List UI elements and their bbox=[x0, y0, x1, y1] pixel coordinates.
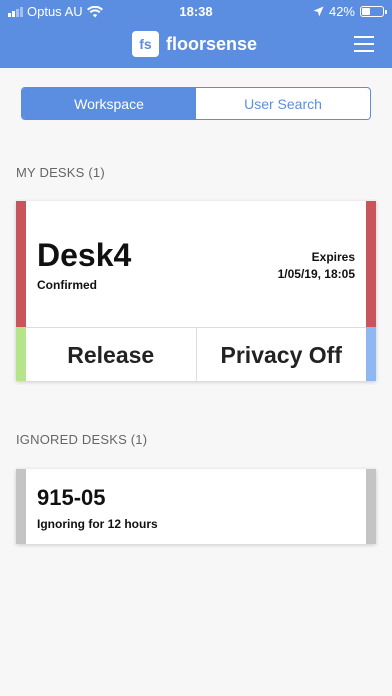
logo-mark: fs bbox=[132, 31, 159, 57]
ignored-desks-heading: IGNORED DESKS (1) bbox=[16, 432, 148, 447]
desk-name: Desk4 bbox=[37, 237, 132, 273]
tab-workspace[interactable]: Workspace bbox=[22, 88, 196, 119]
privacy-color-strip bbox=[366, 327, 376, 381]
ignored-desk-card[interactable]: 915-05 Ignoring for 12 hours bbox=[16, 469, 376, 544]
brand-name: floorsense bbox=[166, 33, 258, 54]
location-arrow-icon bbox=[313, 6, 324, 17]
desk-card: Desk4 Confirmed Expires 1/05/19, 18:05 R… bbox=[16, 201, 376, 382]
expires-value: 1/05/19, 18:05 bbox=[277, 267, 355, 281]
status-strip-right bbox=[366, 201, 376, 327]
ignored-desk-name: 915-05 bbox=[37, 485, 106, 510]
ignored-strip-left bbox=[16, 469, 26, 544]
expiry-info: Expires 1/05/19, 18:05 bbox=[278, 249, 355, 283]
ignored-desk-note: Ignoring for 12 hours bbox=[37, 517, 158, 531]
tab-user-search[interactable]: User Search bbox=[196, 88, 370, 119]
status-bar: Optus AU 18:38 42% bbox=[0, 0, 392, 22]
battery-icon bbox=[360, 6, 387, 17]
expires-label: Expires bbox=[311, 250, 355, 264]
status-strip-left bbox=[16, 201, 26, 327]
hamburger-menu-icon[interactable] bbox=[354, 36, 374, 52]
release-color-strip bbox=[16, 327, 26, 381]
brand-logo: fs floorsense bbox=[132, 31, 257, 57]
ignored-strip-right bbox=[366, 469, 376, 544]
battery-percent: 42% bbox=[328, 4, 355, 19]
my-desks-heading: MY DESKS (1) bbox=[16, 165, 105, 180]
release-button[interactable]: Release bbox=[26, 328, 196, 382]
desk-actions: Release Privacy Off bbox=[26, 327, 366, 382]
privacy-off-button[interactable]: Privacy Off bbox=[197, 328, 367, 382]
desk-status: Confirmed bbox=[37, 278, 97, 292]
app-header: Optus AU 18:38 42% fs floorsense bbox=[0, 0, 392, 68]
view-toggle: Workspace User Search bbox=[21, 87, 371, 120]
